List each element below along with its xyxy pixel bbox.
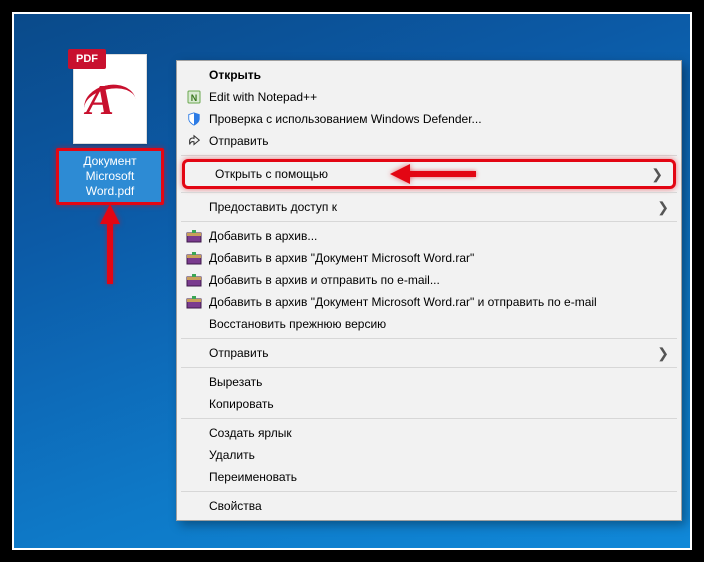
context-menu: Открыть N Edit with Notepad++ Проверка с… <box>176 60 682 521</box>
menu-rename[interactable]: Переименовать <box>179 466 679 488</box>
menu-edit-notepadpp[interactable]: N Edit with Notepad++ <box>179 86 679 108</box>
blank-icon <box>185 67 203 83</box>
menu-label: Проверка с использованием Windows Defend… <box>203 112 655 126</box>
menu-separator <box>181 491 677 492</box>
menu-copy[interactable]: Копировать <box>179 393 679 415</box>
blank-icon <box>185 374 203 390</box>
menu-label: Добавить в архив... <box>203 229 655 243</box>
annotation-arrow-left <box>406 164 496 184</box>
submenu-chevron-icon: ❯ <box>657 199 669 216</box>
blank-icon <box>185 199 203 215</box>
menu-label: Удалить <box>203 448 655 462</box>
menu-label: Отправить <box>203 134 655 148</box>
menu-send-to[interactable]: Отправить ❯ <box>179 342 679 364</box>
winrar-icon <box>185 272 203 288</box>
menu-rar-add-named-email[interactable]: Добавить в архив "Документ Microsoft Wor… <box>179 291 679 313</box>
menu-delete[interactable]: Удалить <box>179 444 679 466</box>
blank-icon <box>185 396 203 412</box>
menu-label: Свойства <box>203 499 655 513</box>
menu-label: Переименовать <box>203 470 655 484</box>
adobe-letter-icon: A <box>86 77 114 125</box>
submenu-chevron-icon: ❯ <box>657 345 669 362</box>
winrar-icon <box>185 294 203 310</box>
menu-separator <box>181 367 677 368</box>
annotation-arrow-up <box>100 204 120 284</box>
menu-rar-add[interactable]: Добавить в архив... <box>179 225 679 247</box>
menu-properties[interactable]: Свойства <box>179 495 679 517</box>
winrar-icon <box>185 228 203 244</box>
desktop-file[interactable]: PDF A Документ Microsoft Word.pdf <box>56 54 164 205</box>
blank-icon <box>185 316 203 332</box>
menu-rar-add-named[interactable]: Добавить в архив "Документ Microsoft Wor… <box>179 247 679 269</box>
pdf-badge: PDF <box>68 49 106 69</box>
share-icon <box>185 133 203 149</box>
menu-label: Копировать <box>203 397 655 411</box>
menu-share[interactable]: Отправить <box>179 130 679 152</box>
blank-icon <box>185 345 203 361</box>
menu-create-shortcut[interactable]: Создать ярлык <box>179 422 679 444</box>
menu-label: Создать ярлык <box>203 426 655 440</box>
menu-separator <box>181 155 677 156</box>
menu-label: Отправить <box>203 346 655 360</box>
winrar-icon <box>185 250 203 266</box>
menu-open[interactable]: Открыть <box>179 64 679 86</box>
blank-icon <box>191 166 209 182</box>
menu-label: Добавить в архив и отправить по e-mail..… <box>203 273 655 287</box>
menu-rar-add-email[interactable]: Добавить в архив и отправить по e-mail..… <box>179 269 679 291</box>
menu-grant-access[interactable]: Предоставить доступ к ❯ <box>179 196 679 218</box>
screenshot-frame: PDF A Документ Microsoft Word.pdf Открыт… <box>12 12 692 550</box>
menu-label: Добавить в архив "Документ Microsoft Wor… <box>203 251 655 265</box>
blank-icon <box>185 447 203 463</box>
menu-label: Открыть <box>203 68 655 82</box>
svg-text:N: N <box>191 93 198 103</box>
menu-cut[interactable]: Вырезать <box>179 371 679 393</box>
file-name-label: Документ Microsoft Word.pdf <box>56 148 164 205</box>
menu-separator <box>181 418 677 419</box>
pdf-file-icon: PDF A <box>73 54 147 144</box>
menu-label: Добавить в архив "Документ Microsoft Wor… <box>203 295 655 309</box>
notepadpp-icon: N <box>185 89 203 105</box>
menu-restore-version[interactable]: Восстановить прежнюю версию <box>179 313 679 335</box>
menu-label: Восстановить прежнюю версию <box>203 317 655 331</box>
blank-icon <box>185 469 203 485</box>
menu-separator <box>181 192 677 193</box>
blank-icon <box>185 425 203 441</box>
blank-icon <box>185 498 203 514</box>
menu-label: Вырезать <box>203 375 655 389</box>
menu-defender-scan[interactable]: Проверка с использованием Windows Defend… <box>179 108 679 130</box>
submenu-chevron-icon: ❯ <box>651 166 663 183</box>
menu-separator <box>181 221 677 222</box>
menu-separator <box>181 338 677 339</box>
menu-label: Edit with Notepad++ <box>203 90 655 104</box>
menu-label: Предоставить доступ к <box>203 200 655 214</box>
shield-icon <box>185 111 203 127</box>
